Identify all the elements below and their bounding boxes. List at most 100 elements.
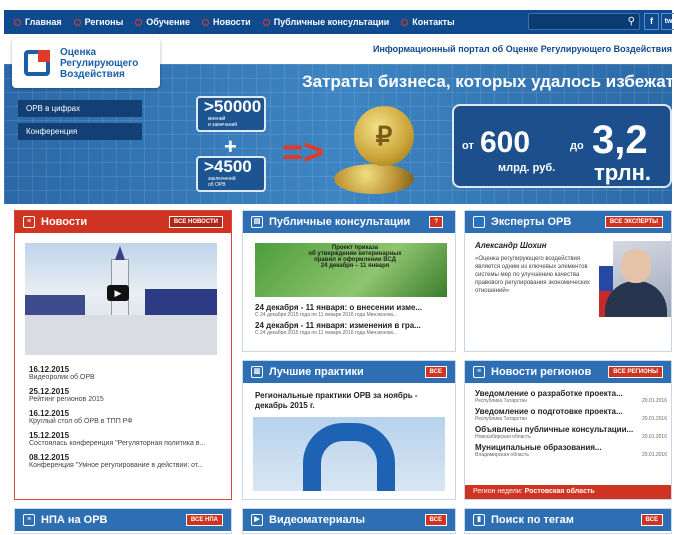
all-experts-button[interactable]: ВСЕ ЭКСПЕРТЫ [604, 216, 663, 228]
video-icon: ▶ [251, 514, 263, 526]
stat-number: >50000 [204, 97, 262, 116]
nav-consultations[interactable]: Публичные консультации [262, 17, 390, 27]
item-title: Муниципальные образования... [475, 443, 602, 452]
list-item[interactable]: 24 декабря - 11 января: о внесении изме.… [255, 303, 451, 318]
list-icon: ≡ [23, 216, 35, 228]
banner-headline: Затраты бизнеса, которых удалось избежат… [302, 72, 672, 91]
news-date: 25.12.2015 [29, 387, 70, 396]
logo-line: Оценка [60, 46, 97, 58]
panel-title: Лучшие практики [269, 366, 364, 378]
regions-list: Уведомление о разработке проекта... Респу… [475, 389, 667, 461]
nav-regions[interactable]: Регионы [73, 17, 123, 27]
item-meta: Новосибирская область 20.01.2016 [475, 434, 667, 440]
bullet-icon [262, 18, 270, 26]
stat-opinions: >50000 мнений и замечаний [196, 96, 266, 132]
news-text: Круглый стол об ОРВ в ТПП РФ [29, 418, 133, 425]
play-icon[interactable]: ▶ [107, 285, 129, 301]
practices-image[interactable] [253, 417, 445, 491]
news-list: 16.12.2015 Видеоролик об ОРВ 25.12.2015 Ре… [29, 365, 229, 475]
list-item[interactable]: Уведомление о разработке проекта... Респу… [475, 389, 667, 404]
week-label: Регион недели: [473, 488, 523, 495]
list-item[interactable]: 25.12.2015 Рейтинг регионов 2015 [29, 387, 229, 403]
video-panel: ▶ Видеоматериалы ВСЕ [242, 508, 456, 534]
item-sub: С 24 декабря 2015 года по 11 января 2016… [255, 330, 397, 336]
person-icon: 👤 [473, 216, 485, 228]
site-logo[interactable]: Оценка Регулирующего Воздействия [12, 38, 160, 88]
item-date: 20.01.2016 [641, 434, 667, 440]
document-icon: ▤ [251, 216, 263, 228]
week-value: Ростовская область [524, 488, 595, 495]
news-date: 16.12.2015 [29, 365, 70, 374]
savings-max: 3,2 [592, 118, 648, 162]
nav-news[interactable]: Новости [201, 17, 251, 27]
search-icon[interactable]: ⚲ [628, 16, 635, 27]
savings-box: от 600 до 3,2 млрд. руб. трлн. [452, 104, 672, 188]
savings-min: 600 [480, 126, 531, 159]
stat-label: об ОРВ [208, 182, 226, 188]
item-date: 20.01.2016 [641, 452, 667, 458]
logo-text: Оценка Регулирующего Воздействия [60, 47, 138, 80]
logo-icon [24, 50, 50, 76]
all-practices-button[interactable]: ВСЕ [424, 366, 447, 378]
expert-photo[interactable] [599, 241, 671, 317]
logo-line: Регулирующего [60, 57, 139, 69]
twitter-icon[interactable]: tw [661, 13, 674, 30]
from-label: от [462, 140, 474, 152]
news-header: ≡ Новости ВСЕ НОВОСТИ [15, 211, 231, 233]
all-tags-button[interactable]: ВСЕ [640, 514, 663, 526]
ruble-coin-image: ₽ [354, 106, 414, 166]
banner-link-conference[interactable]: Конференция [18, 123, 142, 140]
list-item[interactable]: Уведомление о подготовке проекта... Респу… [475, 407, 667, 422]
nav-label: Новости [212, 17, 251, 27]
regions-header: ≡ Новости регионов ВСЕ РЕГИОНЫ [465, 361, 671, 383]
list-item[interactable]: 24 декабря - 11 января: изменения в гра.… [255, 321, 451, 336]
nav-learning[interactable]: Обучение [135, 17, 190, 27]
list-item[interactable]: 16.12.2015 Круглый стол об ОРВ в ТПП РФ [29, 409, 229, 425]
image-caption: Проект приказа об утверждении ветеринарн… [295, 245, 415, 269]
stat-number: >4500 [204, 157, 252, 176]
news-text: Состоялась конференция "Регуляторная пол… [29, 440, 206, 447]
practices-panel: ▥ Лучшие практики ВСЕ Региональные практ… [242, 360, 456, 500]
item-title: 24 декабря - 11 января: изменения в гра.… [255, 321, 421, 330]
bullet-icon [201, 18, 209, 26]
head-shape [621, 249, 651, 283]
nav-home[interactable]: Главная [14, 17, 62, 27]
nav-label: Публичные консультации [273, 17, 390, 27]
practices-header: ▥ Лучшие практики ВСЕ [243, 361, 455, 383]
stat-conclusions: >4500 заключений об ОРВ [196, 156, 266, 192]
all-videos-button[interactable]: ВСЕ [424, 514, 447, 526]
all-news-button[interactable]: ВСЕ НОВОСТИ [168, 216, 223, 228]
nav-contacts[interactable]: Контакты [401, 17, 455, 27]
item-date: 20.01.2016 [641, 398, 667, 404]
unit-billion: млрд. руб. [498, 162, 556, 174]
list-item[interactable]: 16.12.2015 Видеоролик об ОРВ [29, 365, 229, 381]
bullet-icon [73, 18, 81, 26]
help-button[interactable]: ? [429, 216, 443, 228]
facebook-icon[interactable]: f [644, 13, 659, 30]
banner-link-stats[interactable]: ОРВ в цифрах [18, 100, 142, 117]
regions-panel: ≡ Новости регионов ВСЕ РЕГИОНЫ Уведомлен… [464, 360, 672, 500]
consultation-image[interactable]: Проект приказа об утверждении ветеринарн… [255, 243, 447, 297]
list-item[interactable]: 08.12.2015 Конференция "Умное регулирован… [29, 453, 229, 469]
tags-header: ▮ Поиск по тегам ВСЕ [465, 509, 671, 531]
list-item[interactable]: Муниципальные образования... Владимирская… [475, 443, 667, 458]
region-of-week[interactable]: Регион недели: Ростовская область [465, 485, 671, 499]
list-item[interactable]: 15.12.2015 Состоялась конференция "Регуля… [29, 431, 229, 447]
caption-line: 24 декабря – 11 января [320, 263, 390, 269]
list-item[interactable]: Объявлены публичные консультации... Новос… [475, 425, 667, 440]
panel-title: НПА на ОРВ [41, 514, 108, 526]
item-sub: С 24 декабря 2015 года по 11 января 2016… [255, 312, 397, 318]
stat-label: и замечаний [208, 122, 238, 128]
all-npa-button[interactable]: ВСЕ НПА [185, 514, 223, 526]
experts-header: 👤 Эксперты ОРВ ВСЕ ЭКСПЕРТЫ [465, 211, 671, 233]
experts-panel: 👤 Эксперты ОРВ ВСЕ ЭКСПЕРТЫ Александр Шо… [464, 210, 672, 352]
consultation-list: 24 декабря - 11 января: о внесении изме.… [255, 303, 451, 339]
panel-title: Видеоматериалы [269, 514, 365, 526]
search-input[interactable]: ⚲ [528, 13, 640, 30]
expert-name[interactable]: Александр Шохин [475, 241, 547, 250]
practices-title[interactable]: Региональные практики ОРВ за ноябрь - де… [255, 391, 447, 411]
item-meta: Владимирская область 20.01.2016 [475, 452, 667, 458]
news-video[interactable]: ▶ [25, 243, 217, 355]
all-regions-button[interactable]: ВСЕ РЕГИОНЫ [608, 366, 663, 378]
body-shape [605, 281, 667, 317]
